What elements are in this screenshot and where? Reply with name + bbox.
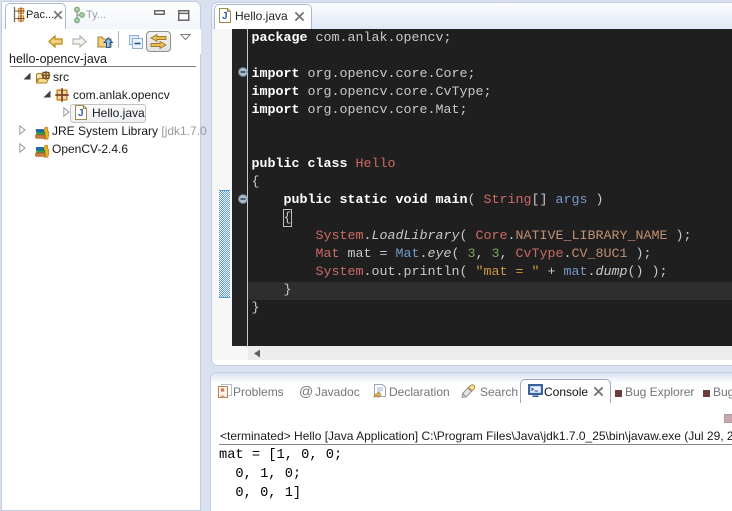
svg-text:J: J — [222, 11, 228, 22]
svg-text:J: J — [78, 108, 84, 119]
